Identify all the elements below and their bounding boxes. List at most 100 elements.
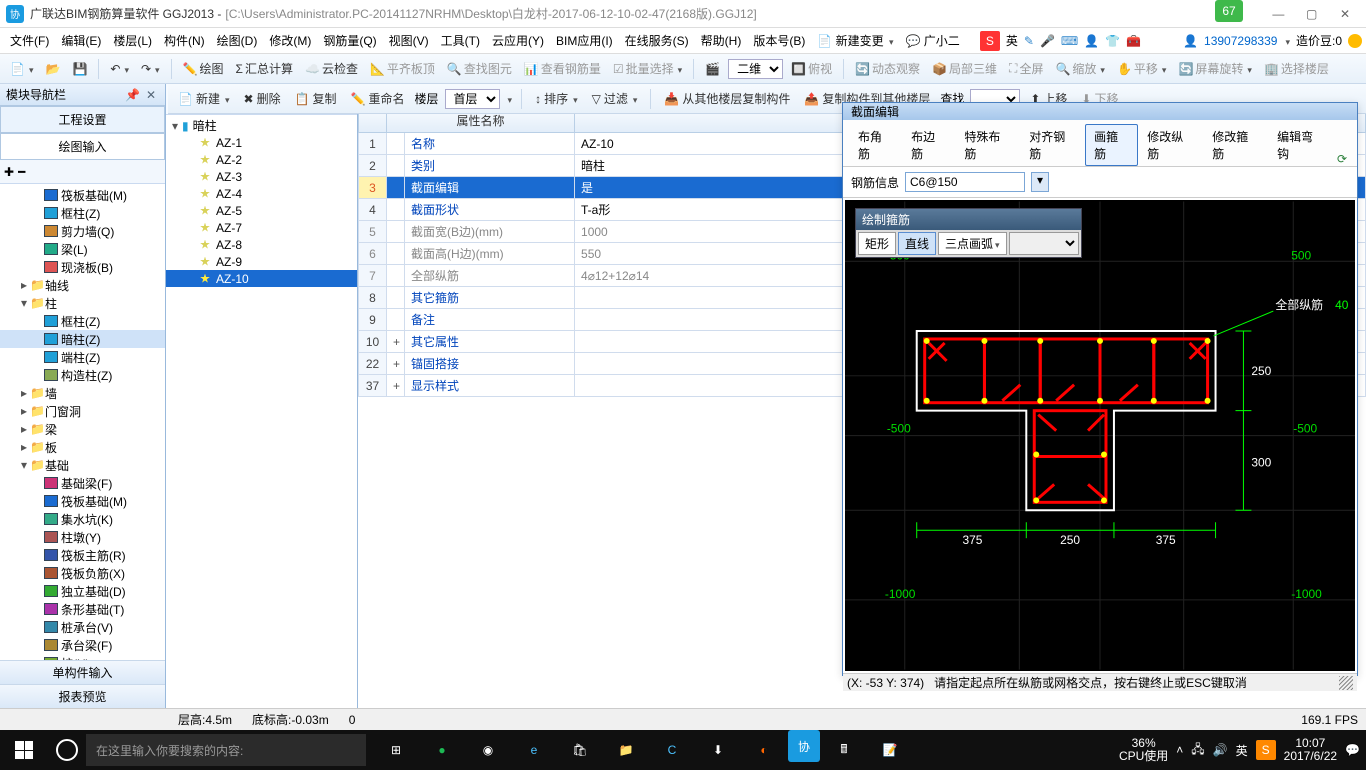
- tree-row[interactable]: ▾📁基础: [0, 456, 165, 474]
- new-member-btn[interactable]: 📄新建: [174, 90, 234, 107]
- cpu-meter[interactable]: 36%CPU使用: [1119, 737, 1168, 763]
- zoom-btn[interactable]: 🔍缩放: [1051, 60, 1109, 77]
- undo-icon[interactable]: ↶: [106, 62, 133, 76]
- menu-help[interactable]: 帮助(H): [695, 32, 748, 49]
- edge-icon[interactable]: e: [512, 730, 556, 770]
- member-item[interactable]: AZ-8: [166, 236, 357, 253]
- tree-row[interactable]: 筏板基础(M): [0, 186, 165, 204]
- ime-skin-icon[interactable]: 👕: [1105, 34, 1120, 48]
- explorer-icon[interactable]: 📁: [604, 730, 648, 770]
- chrome-icon[interactable]: ◉: [466, 730, 510, 770]
- report-preview-btn[interactable]: 报表预览: [0, 684, 165, 708]
- tree-row[interactable]: 端柱(Z): [0, 348, 165, 366]
- member-item[interactable]: AZ-7: [166, 219, 357, 236]
- menu-member[interactable]: 构件(N): [158, 32, 211, 49]
- draw-btn[interactable]: ✏️绘图: [179, 60, 228, 77]
- tree-row[interactable]: 构造柱(Z): [0, 366, 165, 384]
- tree-row[interactable]: 筏板基础(M): [0, 492, 165, 510]
- tray-ime[interactable]: 英: [1236, 742, 1248, 759]
- close-panel-icon[interactable]: ✕: [143, 88, 159, 102]
- close-btn[interactable]: ✕: [1330, 7, 1360, 21]
- fullscreen-btn[interactable]: ⛶全屏: [1005, 60, 1047, 77]
- menu-online[interactable]: 在线服务(S): [619, 32, 695, 49]
- tree-row[interactable]: ▾📁柱: [0, 294, 165, 312]
- taskview-icon[interactable]: ⊞: [374, 730, 418, 770]
- menu-tool[interactable]: 工具(T): [435, 32, 486, 49]
- tree-row[interactable]: 框柱(Z): [0, 312, 165, 330]
- resize-grip[interactable]: [1339, 676, 1353, 690]
- tab-draw-input[interactable]: 绘图输入: [0, 133, 165, 159]
- refresh-icon[interactable]: ⟳: [1333, 152, 1351, 166]
- network-icon[interactable]: 🖧: [1191, 740, 1204, 761]
- menu-version[interactable]: 版本号(B): [747, 32, 811, 49]
- tree-row[interactable]: 柱墩(Y): [0, 528, 165, 546]
- pan-btn[interactable]: ✋平移: [1113, 60, 1171, 77]
- menu-view[interactable]: 视图(V): [383, 32, 435, 49]
- save-icon[interactable]: 💾: [68, 62, 91, 76]
- new-icon[interactable]: 📄: [6, 62, 37, 76]
- menu-bim[interactable]: BIM应用(I): [550, 32, 619, 49]
- app-orange-icon[interactable]: ◐: [742, 730, 786, 770]
- cortana-icon[interactable]: [56, 739, 78, 761]
- menu-gxj[interactable]: 💬 广小二: [900, 32, 966, 49]
- menu-new-change[interactable]: 📄 新建变更: [811, 32, 899, 49]
- menu-edit[interactable]: 编辑(E): [55, 32, 107, 49]
- menu-draw[interactable]: 绘图(D): [211, 32, 264, 49]
- taskbar-search[interactable]: 在这里输入你要搜索的内容:: [86, 734, 366, 766]
- tree-row[interactable]: 剪力墙(Q): [0, 222, 165, 240]
- remove-icon[interactable]: ━: [18, 165, 25, 179]
- local3d-btn[interactable]: 📦局部三维: [928, 60, 1001, 77]
- redo-icon[interactable]: ↷: [137, 62, 164, 76]
- open-icon[interactable]: 📂: [41, 62, 64, 76]
- clock[interactable]: 10:072017/6/22: [1284, 737, 1337, 763]
- tree-row[interactable]: 集水坑(K): [0, 510, 165, 528]
- start-button[interactable]: [0, 730, 48, 770]
- ime-tool-icon[interactable]: ✎: [1024, 34, 1034, 48]
- notification-badge[interactable]: 67: [1215, 0, 1243, 22]
- menu-file[interactable]: 文件(F): [4, 32, 55, 49]
- tab-project-settings[interactable]: 工程设置: [0, 106, 165, 132]
- sogou-icon[interactable]: S: [980, 31, 1000, 51]
- section-tab[interactable]: 修改箍筋: [1203, 124, 1268, 166]
- copy-from-btn[interactable]: 📥从其他楼层复制构件: [660, 90, 794, 107]
- tree-row[interactable]: ▸📁门窗洞: [0, 402, 165, 420]
- sort-btn[interactable]: ↕排序: [531, 90, 582, 107]
- rebar-info-input[interactable]: [905, 172, 1025, 192]
- section-tab[interactable]: 布边筋: [902, 124, 955, 166]
- sel-floor-btn[interactable]: 🏢选择楼层: [1260, 60, 1333, 77]
- draw-mode-btn[interactable]: 三点画弧: [938, 232, 1007, 255]
- floor-combo[interactable]: 首层: [445, 89, 500, 109]
- section-tab[interactable]: 画箍筋: [1085, 124, 1138, 166]
- nav-tree[interactable]: 筏板基础(M)框柱(Z)剪力墙(Q)梁(L)现浇板(B)▸📁轴线▾📁柱框柱(Z)…: [0, 184, 165, 660]
- volume-icon[interactable]: 🔊: [1213, 743, 1228, 757]
- tree-row[interactable]: 暗柱(Z): [0, 330, 165, 348]
- copy-btn[interactable]: 📋复制: [291, 90, 341, 107]
- minimize-btn[interactable]: —: [1263, 7, 1293, 21]
- tree-row[interactable]: 桩承台(V): [0, 618, 165, 636]
- member-item[interactable]: AZ-5: [166, 202, 357, 219]
- add-icon[interactable]: ✚: [4, 165, 14, 179]
- view2d-icon[interactable]: 🎬: [701, 62, 724, 76]
- tree-row[interactable]: 框柱(Z): [0, 204, 165, 222]
- ime-mic-icon[interactable]: 🎤: [1040, 34, 1055, 48]
- menu-floor[interactable]: 楼层(L): [107, 32, 158, 49]
- member-item[interactable]: AZ-1: [166, 134, 357, 151]
- member-item[interactable]: AZ-3: [166, 168, 357, 185]
- calc-icon[interactable]: 🖩: [822, 730, 866, 770]
- member-item[interactable]: AZ-4: [166, 185, 357, 202]
- member-item[interactable]: AZ-9: [166, 253, 357, 270]
- tree-row[interactable]: ▸📁板: [0, 438, 165, 456]
- align-top-btn[interactable]: 📐平齐板顶: [366, 60, 439, 77]
- view-combo[interactable]: 二维: [728, 59, 783, 79]
- tree-row[interactable]: ▸📁轴线: [0, 276, 165, 294]
- tree-row[interactable]: 现浇板(B): [0, 258, 165, 276]
- pin-icon[interactable]: 📌: [122, 88, 143, 102]
- section-tab[interactable]: 对齐钢筋: [1020, 124, 1085, 166]
- batch-sel-btn[interactable]: ☑批量选择: [609, 60, 686, 77]
- tree-row[interactable]: 独立基础(D): [0, 582, 165, 600]
- app-c-icon[interactable]: C: [650, 730, 694, 770]
- section-canvas[interactable]: 绘制箍筋 矩形直线三点画弧 500 500: [845, 200, 1355, 671]
- member-item[interactable]: AZ-10: [166, 270, 357, 287]
- member-tree[interactable]: ▾▮暗柱AZ-1AZ-2AZ-3AZ-4AZ-5AZ-7AZ-8AZ-9AZ-1…: [166, 115, 357, 708]
- tree-row[interactable]: 筏板主筋(R): [0, 546, 165, 564]
